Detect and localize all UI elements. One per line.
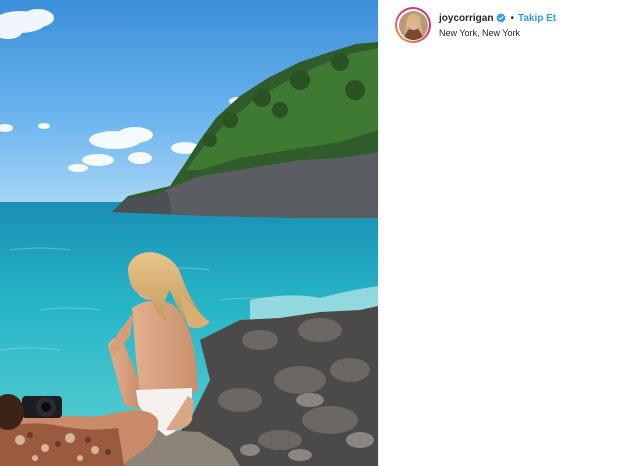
avatar[interactable] [395, 7, 431, 43]
separator-dot: • [510, 12, 514, 24]
instagram-post: joycorrigan • Takip Et New York, New Yor… [0, 0, 640, 466]
verified-badge-icon [496, 13, 507, 23]
post-photo[interactable] [0, 0, 378, 466]
avatar-image [398, 10, 428, 40]
post-header: joycorrigan • Takip Et New York, New Yor… [395, 5, 632, 45]
username-link[interactable]: joycorrigan [439, 12, 493, 25]
post-meta: joycorrigan • Takip Et New York, New Yor… [439, 12, 556, 39]
avatar-inner [397, 9, 429, 41]
follow-button[interactable]: Takip Et [518, 12, 556, 25]
location-link[interactable]: New York, New York [439, 27, 556, 39]
avatar-photo-icon [398, 10, 428, 40]
post-side-panel: joycorrigan • Takip Et New York, New Yor… [378, 0, 640, 466]
meta-row: joycorrigan • Takip Et [439, 12, 556, 25]
post-photo-image [0, 0, 378, 466]
